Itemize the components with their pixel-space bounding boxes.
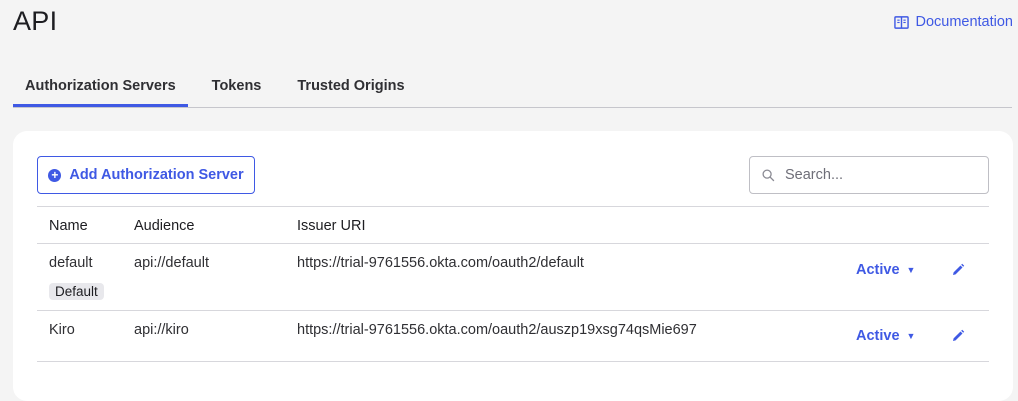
status-dropdown[interactable]: Active ▼ (856, 328, 915, 344)
tab-trusted-origins[interactable]: Trusted Origins (285, 64, 416, 107)
search-box (749, 156, 989, 194)
status-label: Active (856, 262, 900, 278)
status-dropdown[interactable]: Active ▼ (856, 262, 915, 278)
documentation-link[interactable]: Documentation (894, 14, 1013, 30)
server-name-link[interactable]: default (49, 255, 93, 271)
caret-down-icon: ▼ (906, 265, 916, 275)
caret-down-icon: ▼ (906, 331, 916, 341)
documentation-label: Documentation (915, 14, 1013, 30)
search-input[interactable] (783, 166, 977, 184)
issuer-uri-value: https://trial-9761556.okta.com/oauth2/au… (297, 322, 697, 338)
add-authorization-server-button[interactable]: + Add Authorization Server (37, 156, 255, 194)
search-icon (762, 168, 775, 181)
tab-authorization-servers[interactable]: Authorization Servers (13, 64, 188, 107)
table-header: Name Audience Issuer URI (37, 206, 989, 243)
column-header-issuer-uri: Issuer URI (297, 218, 366, 234)
column-header-audience: Audience (134, 218, 195, 234)
default-badge: Default (49, 283, 104, 300)
table-row: Kiro api://kiro https://trial-9761556.ok… (37, 310, 989, 362)
add-button-label: Add Authorization Server (69, 167, 244, 183)
servers-table: Name Audience Issuer URI default Default… (37, 206, 989, 362)
server-name-link[interactable]: Kiro (49, 322, 75, 338)
tab-tokens[interactable]: Tokens (200, 64, 274, 107)
tab-bar: Authorization Servers Tokens Trusted Ori… (13, 64, 1012, 108)
issuer-uri-value: https://trial-9761556.okta.com/oauth2/de… (297, 255, 584, 271)
plus-circle-icon: + (48, 168, 62, 182)
table-row: default Default api://default https://tr… (37, 243, 989, 310)
audience-value: api://kiro (134, 322, 189, 338)
column-header-name: Name (49, 218, 88, 234)
book-icon (894, 15, 910, 29)
authorization-servers-card: + Add Authorization Server Name Audience… (13, 131, 1013, 401)
audience-value: api://default (134, 255, 209, 271)
edit-pencil-icon[interactable] (951, 263, 965, 277)
edit-pencil-icon[interactable] (951, 329, 965, 343)
page-title: API (13, 6, 58, 36)
status-label: Active (856, 328, 900, 344)
